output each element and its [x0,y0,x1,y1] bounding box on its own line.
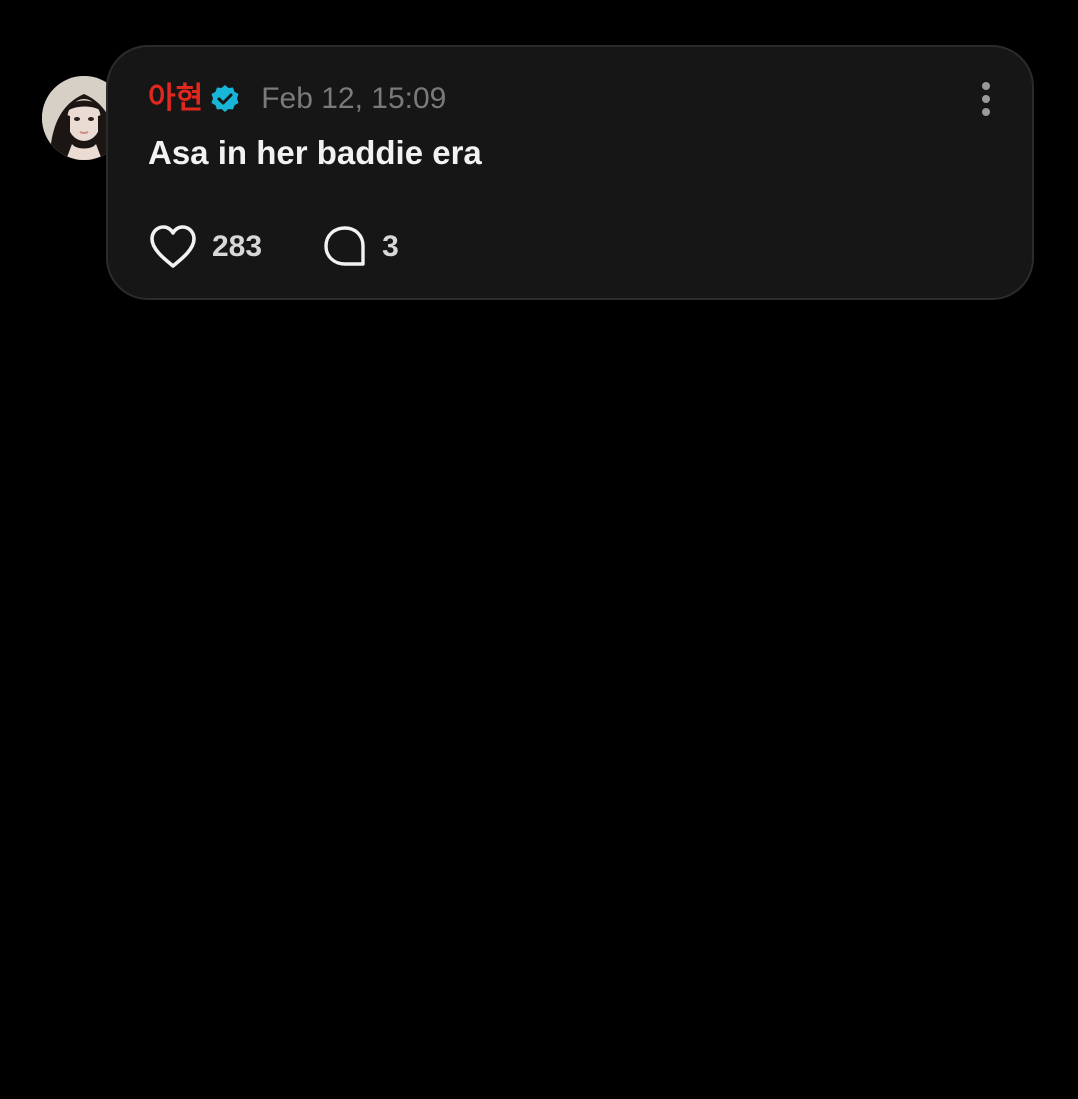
more-vertical-icon[interactable] [974,79,998,119]
post-actions: 283 3 [148,223,399,271]
post-header: 아현 Feb 12, 15:09 [148,77,446,121]
comment-button[interactable]: 3 [322,223,399,271]
post-text: Asa in her baddie era [148,134,482,171]
verified-badge-icon [211,85,239,112]
comment-count: 3 [382,230,399,263]
speech-bubble-outline-icon [324,226,365,266]
heart-outline-icon [150,225,196,268]
like-button[interactable]: 283 [148,223,262,271]
post-card[interactable]: 아현 Feb 12, 15:09 Asa in her baddie era 2… [106,45,1034,300]
author-name[interactable]: 아현 [148,77,203,121]
like-count: 283 [212,230,263,263]
post-timestamp: Feb 12, 15:09 [261,82,447,115]
